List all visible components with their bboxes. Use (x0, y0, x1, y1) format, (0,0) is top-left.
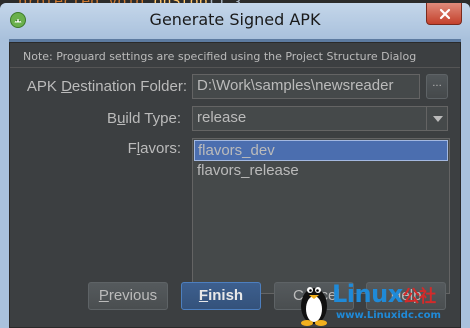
flavors-list[interactable]: flavors_dev flavors_release (192, 138, 450, 294)
browse-button[interactable]: ... (426, 74, 448, 99)
window-frame-left (0, 39, 9, 328)
finish-button[interactable]: Finish (181, 282, 261, 310)
destination-folder-field[interactable]: D:\Work\samples\newsreader (192, 74, 420, 99)
destination-folder-label: APK Destination Folder: (26, 78, 187, 95)
proguard-note: Note: Proguard settings are specified us… (10, 46, 460, 68)
close-button[interactable] (426, 3, 462, 25)
watermark-url: www.Linuxidc.com (336, 310, 441, 321)
chevron-down-icon (433, 116, 443, 122)
flavors-label: Flavors: (127, 140, 181, 157)
tux-penguin-icon (301, 287, 327, 326)
previous-button[interactable]: Previous (88, 282, 168, 310)
watermark-brand: Linux公社 (332, 280, 436, 308)
flavor-item-dev[interactable]: flavors_dev (194, 140, 448, 161)
flavor-item-release[interactable]: flavors_release (194, 161, 448, 182)
title-bar[interactable]: Generate Signed APK (0, 3, 470, 39)
build-type-dropdown-button[interactable] (426, 106, 448, 131)
window-title: Generate Signed APK (149, 10, 321, 29)
build-type-select[interactable]: release (192, 106, 427, 131)
linuxidc-watermark: Linux公社 www.Linuxidc.com (296, 278, 470, 328)
close-icon (439, 8, 451, 20)
build-type-label: Build Type: (107, 110, 181, 127)
